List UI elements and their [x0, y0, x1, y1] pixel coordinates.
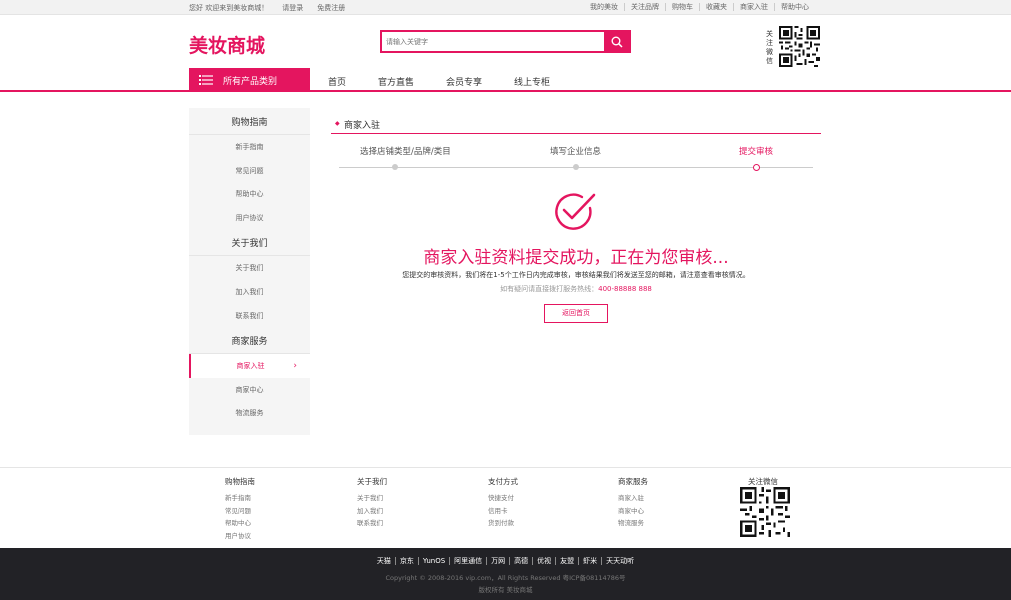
- copyright-text: Copyright © 2008-2016 vip.com，All Rights…: [385, 574, 626, 582]
- footer-link[interactable]: 关于我们: [357, 492, 387, 505]
- footer-column-shopping-guide: 购物指南 新手指南 常见问题 帮助中心 用户协议: [225, 476, 255, 542]
- nav-online-counter[interactable]: 线上专柜: [514, 75, 550, 88]
- step-1-label: 选择店铺类型/品牌/类目: [360, 147, 451, 157]
- step-1-dot: [392, 164, 398, 170]
- hotline-text: 如有疑问请直接拨打服务热线：400-88888 888: [331, 284, 821, 294]
- partner-link[interactable]: 高德: [509, 557, 533, 565]
- step-3-dot: [753, 164, 760, 171]
- nav-member-exclusive[interactable]: 会员专享: [446, 75, 482, 88]
- footer-links: 购物指南 新手指南 常见问题 帮助中心 用户协议 关于我们 关于我们 加入我们 …: [0, 467, 1011, 548]
- footer-link[interactable]: 常见问题: [225, 505, 255, 518]
- section-title: 商家入驻: [344, 121, 381, 131]
- cart-link[interactable]: 购物车: [665, 3, 699, 11]
- step-2-dot: [573, 164, 579, 170]
- search-button[interactable]: [604, 32, 629, 51]
- sidebar-item-merchant-join[interactable]: 商家入驻 ›: [189, 354, 310, 378]
- my-account-link[interactable]: 我的美妆: [584, 3, 624, 11]
- nav-official-sale[interactable]: 官方直售: [378, 75, 414, 88]
- sidebar-heading-merchant-services: 商家服务: [189, 327, 310, 355]
- partner-links: 天猫 京东 YunOS 阿里通信 万网 高德 优视 友盟 虾米 天天动听: [0, 556, 1011, 566]
- chevron-right-icon: ›: [293, 361, 297, 372]
- nav-home[interactable]: 首页: [328, 75, 346, 88]
- footer-link[interactable]: 信用卡: [488, 505, 518, 518]
- partner-link[interactable]: 友盟: [555, 557, 579, 565]
- footer-column-payment: 支付方式 快捷支付 信用卡 货到付款: [488, 476, 518, 530]
- wechat-qr-code: [779, 26, 820, 67]
- main-nav: 所有产品类别 首页 官方直售 会员专享 线上专柜: [0, 68, 1011, 92]
- sidebar-item-beginner-guide[interactable]: 新手指南: [189, 135, 310, 159]
- sidebar-item-label: 商家入驻: [236, 362, 265, 371]
- footer-link[interactable]: 联系我们: [357, 517, 387, 530]
- all-categories-button[interactable]: 所有产品类别: [189, 68, 310, 92]
- footer-link[interactable]: 商家中心: [618, 505, 648, 518]
- partner-link[interactable]: 天天动听: [601, 557, 639, 565]
- sidebar-item-user-agreement[interactable]: 用户协议: [189, 206, 310, 230]
- sidebar: 购物指南 新手指南 常见问题 帮助中心 用户协议 关于我们 关于我们 加入我们 …: [189, 108, 310, 435]
- success-description: 您提交的审核资料，我们将在1-5个工作日内完成审核，审核结果我们将发送至您的邮箱…: [402, 271, 750, 279]
- footer-column-title: 关于我们: [357, 477, 387, 486]
- sidebar-item-help-center[interactable]: 帮助中心: [189, 182, 310, 206]
- footer-link[interactable]: 新手指南: [225, 492, 255, 505]
- top-bar-left: 您好 欢迎来到美妆商城！ 请登录 免费注册: [189, 3, 359, 13]
- sidebar-item-about-us[interactable]: 关于我们: [189, 256, 310, 280]
- footer-column-title: 商家服务: [618, 477, 648, 486]
- partner-link[interactable]: 京东: [394, 557, 418, 565]
- rights-text: 版权所有 美妆商城: [478, 586, 533, 594]
- success-title: 商家入驻资料提交成功，正在为您审核...: [423, 248, 729, 268]
- footer-link[interactable]: 用户协议: [225, 530, 255, 543]
- followed-brands-link[interactable]: 关注品牌: [624, 3, 665, 11]
- partner-link[interactable]: 虾米: [578, 557, 602, 565]
- partner-link[interactable]: 阿里通信: [449, 557, 487, 565]
- favorites-link[interactable]: 收藏夹: [699, 3, 733, 11]
- register-link[interactable]: 免费注册: [317, 3, 345, 13]
- footer-link[interactable]: 商家入驻: [618, 492, 648, 505]
- hotline-label: 如有疑问请直接拨打服务热线：: [500, 285, 599, 293]
- top-bar-links: 我的美妆 关注品牌 购物车 收藏夹 商家入驻 帮助中心: [584, 3, 815, 11]
- all-categories-label: 所有产品类别: [223, 76, 278, 87]
- help-center-link[interactable]: 帮助中心: [774, 3, 815, 11]
- progress-steps: 选择店铺类型/品牌/类目 填写企业信息 提交审核: [339, 145, 813, 175]
- sidebar-heading-shopping-guide: 购物指南: [189, 108, 310, 135]
- sidebar-item-join-us[interactable]: 加入我们: [189, 280, 310, 304]
- footer-column-title: 购物指南: [225, 477, 255, 486]
- footer-link[interactable]: 物流服务: [618, 517, 648, 530]
- menu-list-icon: [199, 75, 213, 85]
- footer-link[interactable]: 加入我们: [357, 505, 387, 518]
- top-bar: 您好 欢迎来到美妆商城！ 请登录 免费注册 我的美妆 关注品牌 购物车 收藏夹 …: [0, 0, 1011, 15]
- welcome-text: 您好 欢迎来到美妆商城！: [189, 4, 269, 12]
- merchant-join-link[interactable]: 商家入驻: [733, 3, 774, 11]
- footer-qr-title: 关注微信: [748, 477, 778, 486]
- footer-link[interactable]: 快捷支付: [488, 492, 518, 505]
- footer-link[interactable]: 货到付款: [488, 517, 518, 530]
- follow-wechat-label: 关注微信: [766, 30, 773, 65]
- footer-link[interactable]: 帮助中心: [225, 517, 255, 530]
- sidebar-item-logistics[interactable]: 物流服务: [189, 401, 310, 425]
- step-3-label: 提交审核: [739, 147, 774, 157]
- partner-link[interactable]: 万网: [486, 557, 510, 565]
- sidebar-item-contact-us[interactable]: 联系我们: [189, 304, 310, 328]
- step-2-label: 填写企业信息: [550, 147, 602, 157]
- footer-wechat-qr-code: [740, 487, 790, 537]
- search-box: [380, 30, 631, 53]
- partner-link[interactable]: 天猫: [373, 557, 395, 565]
- back-home-button[interactable]: 返回首页: [544, 304, 608, 323]
- search-input[interactable]: [386, 35, 601, 49]
- partner-link[interactable]: YunOS: [417, 557, 450, 565]
- partner-link[interactable]: 优视: [532, 557, 556, 565]
- section-header: ◆ 商家入驻: [331, 117, 821, 134]
- sidebar-item-merchant-center[interactable]: 商家中心: [189, 378, 310, 402]
- footer-bottom: 天猫 京东 YunOS 阿里通信 万网 高德 优视 友盟 虾米 天天动听 Copyright © …: [0, 548, 1011, 600]
- footer-column-title: 支付方式: [488, 477, 518, 486]
- login-link[interactable]: 请登录: [282, 3, 303, 13]
- success-check-icon: [555, 193, 596, 230]
- sidebar-heading-about-us: 关于我们: [189, 229, 310, 257]
- nav-links: 首页 官方直售 会员专享 线上专柜: [328, 75, 582, 88]
- hotline-number: 400-88888 888: [598, 285, 652, 293]
- diamond-bullet-icon: ◆: [335, 120, 340, 127]
- site-logo[interactable]: 美妆商城: [189, 31, 265, 58]
- search-icon: [611, 36, 623, 48]
- footer-column-merchant-services: 商家服务 商家入驻 商家中心 物流服务: [618, 476, 648, 530]
- sidebar-item-faq[interactable]: 常见问题: [189, 159, 310, 183]
- footer-column-about-us: 关于我们 关于我们 加入我们 联系我们: [357, 476, 387, 530]
